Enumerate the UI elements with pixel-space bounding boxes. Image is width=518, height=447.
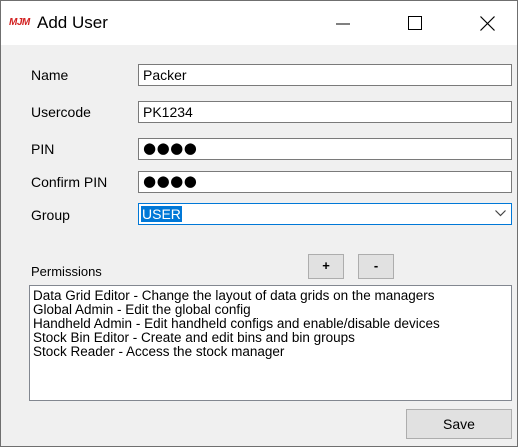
close-button[interactable] bbox=[463, 1, 511, 45]
permissions-label: Permissions bbox=[31, 264, 102, 279]
list-item[interactable]: Stock Reader - Access the stock manager bbox=[33, 345, 508, 359]
minimize-button[interactable] bbox=[319, 1, 367, 45]
close-icon bbox=[479, 15, 495, 31]
list-item[interactable]: Stock Bin Editor - Create and edit bins … bbox=[33, 331, 508, 345]
usercode-label: Usercode bbox=[31, 104, 91, 120]
confirm-pin-label: Confirm PIN bbox=[31, 174, 108, 190]
list-item[interactable]: Data Grid Editor - Change the layout of … bbox=[33, 289, 508, 303]
save-button[interactable]: Save bbox=[406, 409, 512, 439]
pin-label: PIN bbox=[31, 141, 55, 157]
maximize-button[interactable] bbox=[391, 1, 439, 45]
chevron-down-icon[interactable] bbox=[495, 210, 506, 217]
usercode-field[interactable]: PK1234 bbox=[138, 101, 512, 123]
name-field[interactable]: Packer bbox=[138, 64, 512, 86]
add-user-window: MJM Add User Name Packer Usercode PK1234… bbox=[0, 0, 518, 447]
confirm-pin-field[interactable]: ●●●● bbox=[138, 171, 512, 193]
pin-field[interactable]: ●●●● bbox=[138, 138, 512, 160]
list-item[interactable]: Handheld Admin - Edit handheld configs a… bbox=[33, 317, 508, 331]
group-label: Group bbox=[31, 207, 70, 223]
list-item[interactable]: Global Admin - Edit the global config bbox=[33, 303, 508, 317]
maximize-icon bbox=[408, 16, 422, 30]
title-bar[interactable]: MJM Add User bbox=[1, 1, 517, 45]
name-label: Name bbox=[31, 67, 69, 83]
minimize-icon bbox=[336, 23, 350, 25]
remove-permission-button[interactable]: - bbox=[358, 254, 394, 279]
group-selected-value: USER bbox=[141, 206, 182, 222]
app-logo: MJM bbox=[9, 17, 30, 28]
add-permission-button[interactable]: + bbox=[308, 254, 344, 279]
group-select[interactable]: USER bbox=[138, 203, 512, 225]
permissions-list[interactable]: Data Grid Editor - Change the layout of … bbox=[29, 285, 512, 401]
window-title: Add User bbox=[37, 13, 108, 32]
